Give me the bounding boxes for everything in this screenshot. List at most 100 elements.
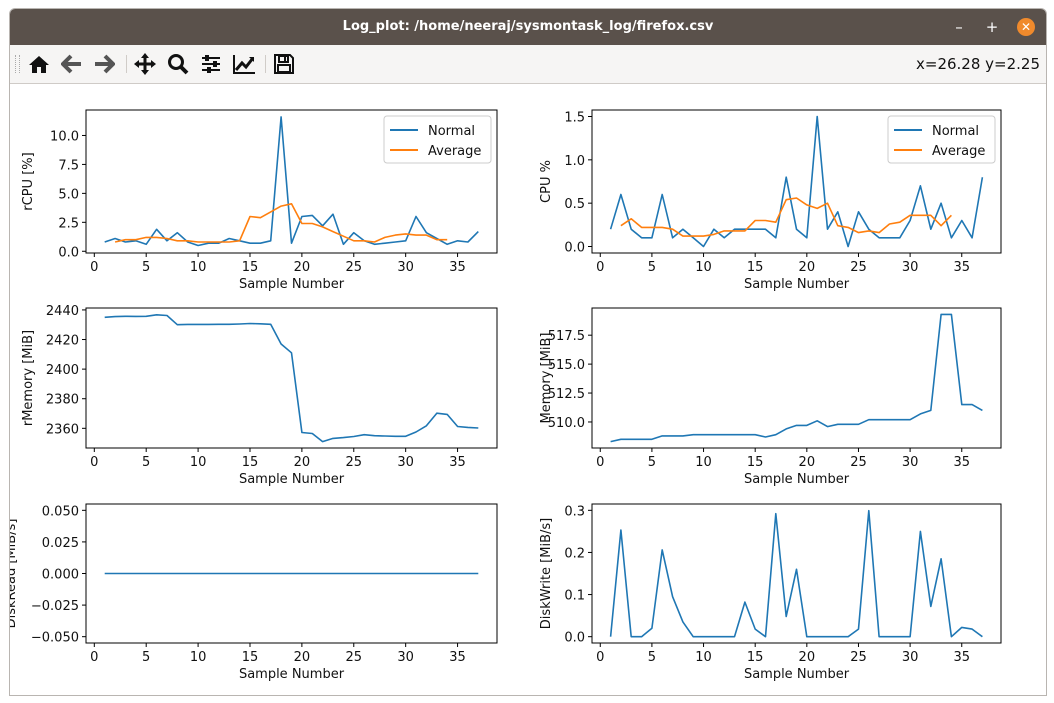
- x-tick-label: 0: [90, 260, 98, 275]
- back-button[interactable]: [59, 52, 85, 76]
- x-tick-label: 25: [850, 260, 867, 275]
- move-icon: [134, 53, 156, 75]
- y-tick-label: −0.050: [31, 631, 79, 646]
- floppy-disk-icon: [274, 54, 294, 74]
- x-tick-label: 10: [190, 650, 207, 665]
- series-line-value: [609, 509, 983, 638]
- plot-window: Log_plot: /home/neeraj/sysmontask_log/fi…: [9, 8, 1047, 696]
- x-tick-label: 30: [397, 650, 414, 665]
- x-tick-label: 10: [190, 455, 207, 470]
- x-tick-label: 5: [648, 260, 656, 275]
- forward-button[interactable]: [91, 52, 117, 76]
- subplot-cpu[interactable]: 0 5 10 15 20 25 30 35 0.0 0.5 1.0 1.5 Sample Number C…: [539, 109, 1002, 292]
- x-tick-label: 0: [596, 650, 604, 665]
- figure-canvas[interactable]: 0 5 10 15 20 25 30 35 0.0 2.5 5.0 7.5 10.0 Sample Num…: [10, 84, 1046, 694]
- x-tick-label: 15: [242, 455, 259, 470]
- x-tick-label: 10: [695, 455, 712, 470]
- y-tick-label: 2400: [46, 363, 79, 378]
- x-tick-label: 25: [345, 260, 362, 275]
- arrow-right-icon: [95, 54, 115, 74]
- y-tick-label: 0.050: [42, 504, 79, 519]
- x-tick-label: 15: [242, 260, 259, 275]
- x-tick-label: 20: [799, 260, 816, 275]
- magnifier-icon: [168, 54, 189, 75]
- x-tick-label: 30: [902, 650, 919, 665]
- x-tick-label: 0: [596, 260, 604, 275]
- x-axis-label: Sample Number: [744, 277, 850, 292]
- toolbar-separator: [126, 55, 127, 73]
- x-tick-label: 0: [596, 455, 604, 470]
- x-tick-label: 35: [449, 650, 466, 665]
- x-tick-label: 35: [953, 260, 970, 275]
- y-tick-label: 0.0: [564, 631, 585, 646]
- subplot-rcpu[interactable]: 0 5 10 15 20 25 30 35 0.0 2.5 5.0 7.5 10.0 Sample Num…: [21, 109, 498, 292]
- y-tick-label: 7.5: [58, 158, 79, 173]
- x-tick-label: 20: [294, 650, 311, 665]
- legend-label: Average: [428, 144, 481, 159]
- series-line-value: [104, 314, 479, 443]
- minimize-button[interactable]: –: [950, 18, 968, 36]
- x-tick-label: 10: [190, 260, 207, 275]
- series-line-average: [114, 203, 448, 243]
- save-button[interactable]: [271, 52, 297, 76]
- x-axis-label: Sample Number: [239, 277, 345, 292]
- x-tick-label: 15: [242, 650, 259, 665]
- y-tick-label: −0.025: [31, 599, 79, 614]
- y-axis-label: DiskWrite [MiB/s]: [539, 518, 554, 629]
- y-tick-label: 0.000: [42, 568, 79, 583]
- toolbar-separator: [265, 55, 266, 73]
- x-tick-label: 5: [142, 455, 150, 470]
- toolbar-grip[interactable]: [15, 55, 20, 73]
- x-tick-label: 0: [90, 650, 98, 665]
- x-tick-label: 25: [850, 455, 867, 470]
- y-tick-label: 0.3: [564, 504, 585, 519]
- y-tick-label: 2380: [46, 393, 79, 408]
- pan-button[interactable]: [132, 52, 158, 76]
- zoom-button[interactable]: [165, 52, 191, 76]
- subplot-memory[interactable]: 0 5 10 15 20 25 30 35510.0512.5515.0517.5Sample…: [539, 307, 1002, 487]
- y-tick-label: 1.0: [564, 154, 585, 169]
- home-icon: [29, 56, 49, 73]
- x-tick-label: 10: [695, 650, 712, 665]
- subplot-diskwrite[interactable]: 0 5 10 15 20 25 30 35 0.0 0.1 0.2 0.3 Sample Number D…: [539, 503, 1002, 682]
- x-tick-label: 35: [953, 650, 970, 665]
- x-tick-label: 30: [902, 260, 919, 275]
- y-axis-label: rMemory [MiB]: [21, 330, 36, 426]
- x-tick-label: 30: [397, 455, 414, 470]
- subplots-button[interactable]: [198, 52, 224, 76]
- close-button[interactable]: ✕: [1017, 18, 1035, 36]
- y-tick-label: 0.0: [58, 245, 79, 260]
- y-tick-label: 2.5: [58, 216, 79, 231]
- navigation-toolbar: x=26.28 y=2.25: [10, 45, 1046, 84]
- y-axis-label: CPU %: [539, 160, 554, 203]
- subplot-diskread[interactable]: 0 5 10 15 20 25 30 35 −0.050 −0.025 0.000 0.025 0.05…: [10, 503, 498, 682]
- line-chart-icon: [233, 55, 255, 74]
- x-tick-label: 30: [902, 455, 919, 470]
- x-tick-label: 20: [294, 455, 311, 470]
- x-tick-label: 25: [850, 650, 867, 665]
- y-axis-label: Memory [MiB]: [539, 333, 554, 424]
- x-tick-label: 5: [648, 455, 656, 470]
- x-tick-label: 20: [799, 455, 816, 470]
- maximize-button[interactable]: +: [983, 18, 1001, 36]
- y-tick-label: 2360: [46, 422, 79, 437]
- y-tick-label: 0.0: [564, 241, 585, 256]
- x-tick-label: 25: [345, 455, 362, 470]
- subplot-rmemory[interactable]: 0 5 10 15 20 25 30 35 2360 2380 2400 2420 2440 Sample…: [21, 304, 498, 487]
- x-tick-label: 5: [142, 260, 150, 275]
- title-bar: Log_plot: /home/neeraj/sysmontask_log/fi…: [10, 9, 1046, 45]
- edit-axes-button[interactable]: [231, 52, 257, 76]
- x-tick-label: 0: [90, 455, 98, 470]
- axes-frame: [85, 307, 498, 449]
- y-tick-label: 0.2: [564, 546, 585, 561]
- x-axis-label: Sample Number: [744, 472, 850, 487]
- x-axis-label: Sample Number: [239, 472, 345, 487]
- y-tick-label: 10.0: [50, 129, 79, 144]
- y-tick-label: 2440: [46, 304, 79, 319]
- home-button[interactable]: [26, 52, 52, 76]
- y-tick-label: 0.5: [564, 197, 585, 212]
- x-tick-label: 35: [449, 260, 466, 275]
- arrow-left-icon: [61, 54, 81, 74]
- x-tick-label: 30: [397, 260, 414, 275]
- y-axis-label: DiskRead [MiB/s]: [10, 519, 19, 629]
